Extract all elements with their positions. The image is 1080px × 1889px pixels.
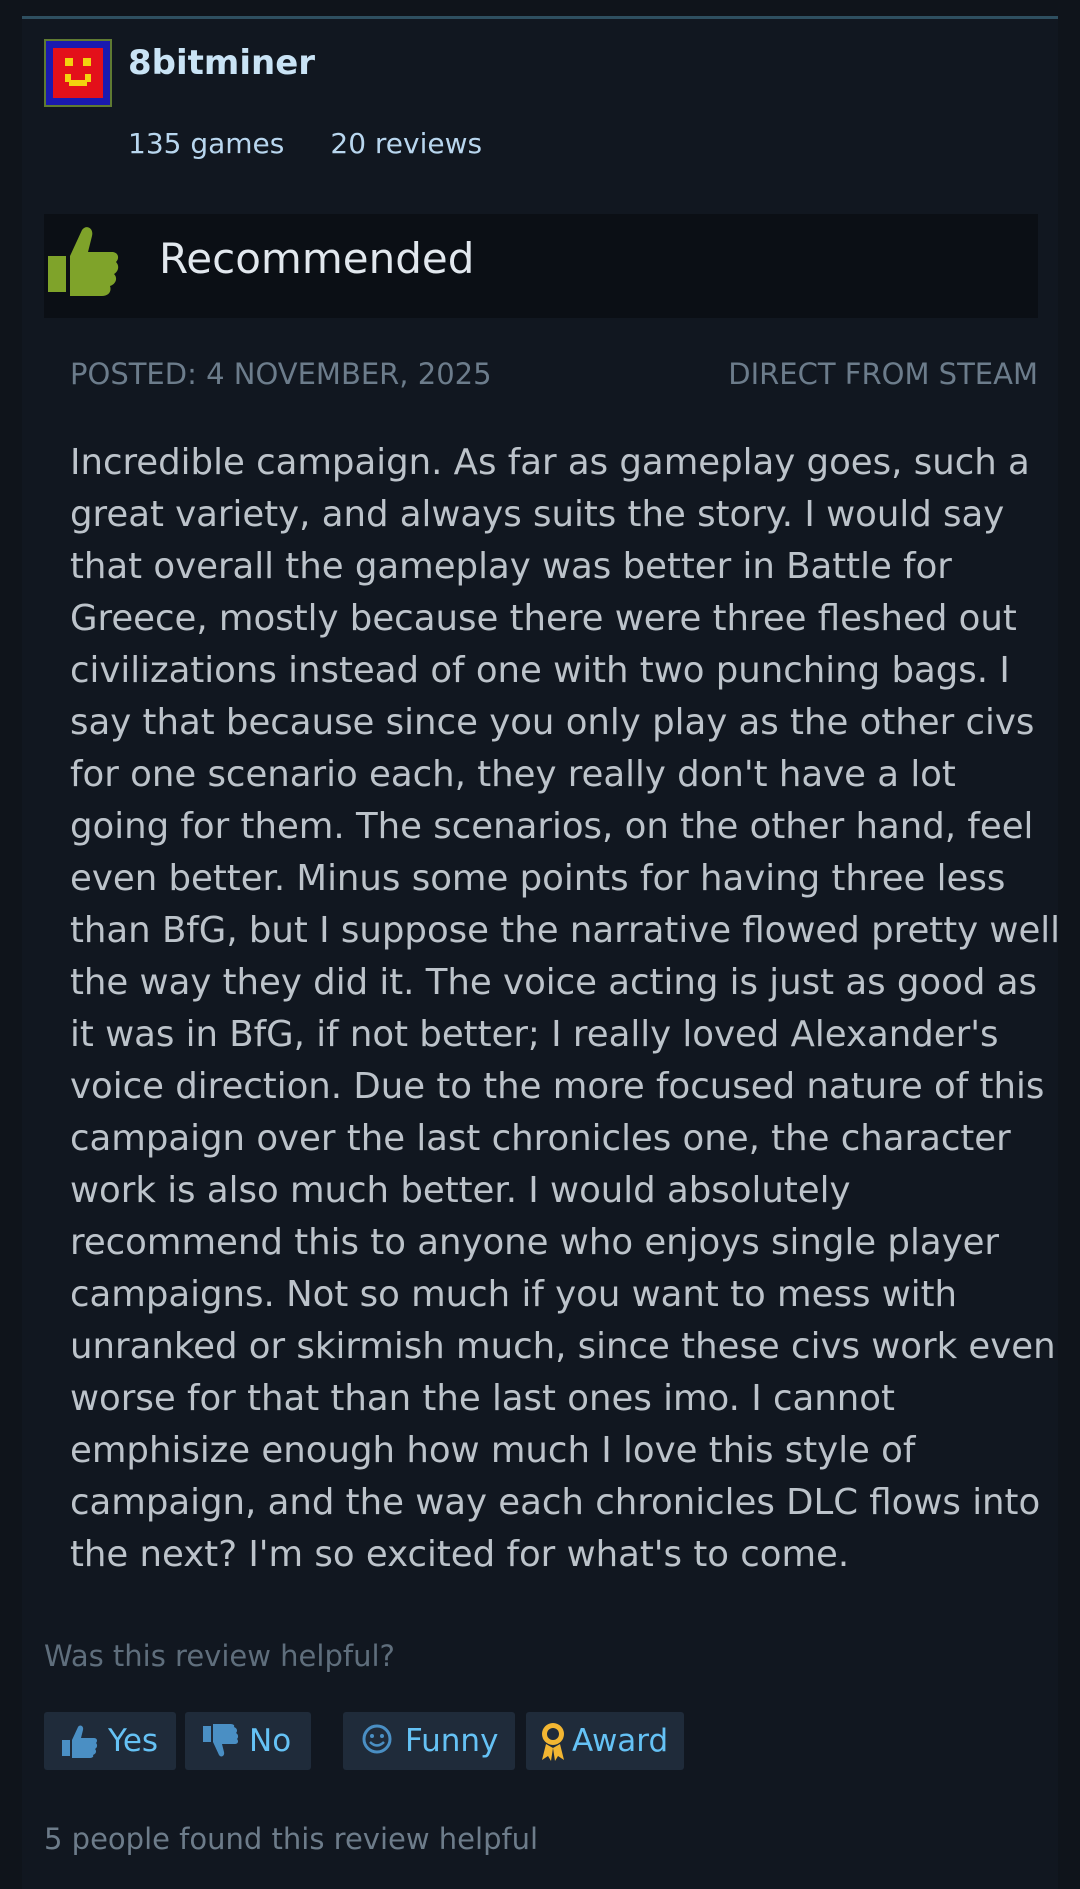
helpful-question: Was this review helpful? xyxy=(44,1639,395,1673)
thumbs-up-icon xyxy=(62,1725,98,1758)
verdict-box: Recommended xyxy=(44,214,1038,318)
yes-label: Yes xyxy=(108,1723,159,1759)
helpful-count: 5 people found this review helpful xyxy=(44,1822,539,1856)
author-name[interactable]: 8bitminer xyxy=(128,43,315,83)
thumbs-up-icon xyxy=(48,227,119,296)
yes-button[interactable]: Yes xyxy=(44,1712,176,1770)
review-text: Incredible campaign. As far as gameplay … xyxy=(70,442,1061,1575)
funny-button[interactable]: Funny xyxy=(343,1712,515,1770)
avatar-face-icon xyxy=(53,48,103,98)
smiley-icon xyxy=(362,1724,392,1754)
thumbs-down-icon xyxy=(203,1724,239,1757)
author-stats: 135 games 20 reviews xyxy=(128,127,528,160)
review-card: 8bitminer 135 games 20 reviews Recommende… xyxy=(22,16,1061,1889)
posted-date: POSTED: 4 NOVEMBER, 2025 xyxy=(70,357,492,391)
no-label: No xyxy=(249,1723,292,1759)
award-label: Award xyxy=(572,1723,669,1759)
author-reviews-count[interactable]: 20 reviews xyxy=(330,127,482,160)
award-icon xyxy=(542,1723,564,1761)
review-source: DIRECT FROM STEAM xyxy=(728,357,1038,391)
verdict-label: Recommended xyxy=(159,234,475,283)
award-button[interactable]: Award xyxy=(526,1712,684,1770)
avatar[interactable] xyxy=(44,39,112,107)
funny-label: Funny xyxy=(405,1723,499,1759)
no-button[interactable]: No xyxy=(185,1712,311,1770)
author-games-count[interactable]: 135 games xyxy=(128,127,284,160)
